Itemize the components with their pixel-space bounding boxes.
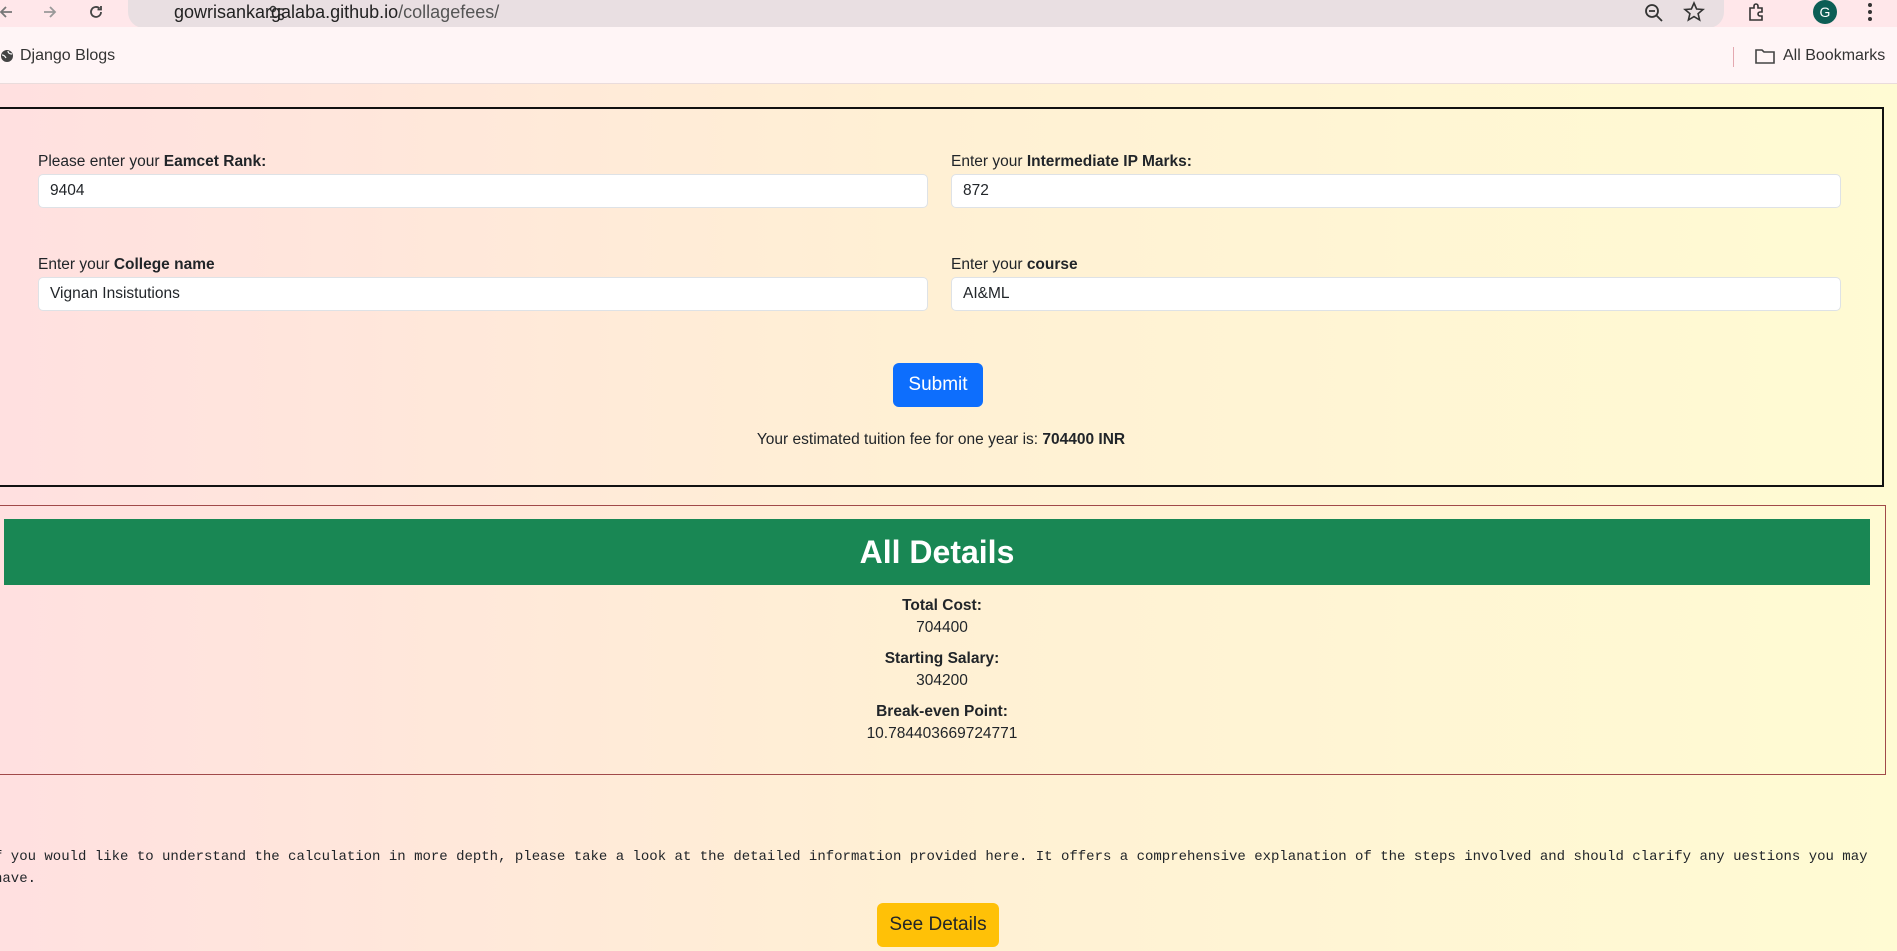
eamcet-label-prefix: Please enter your <box>38 153 164 170</box>
total-cost-value: 704400 <box>916 619 968 636</box>
break-even-label: Break-even Point: <box>876 703 1008 720</box>
course-label-prefix: Enter your <box>951 256 1027 273</box>
forward-icon[interactable] <box>40 0 60 24</box>
bookmark-label: Django Blogs <box>20 47 116 64</box>
starting-salary-value: 304200 <box>916 672 968 689</box>
url-text: gowrisankargalaba.github.io/collagefees/ <box>174 2 499 23</box>
total-cost-label: Total Cost: <box>902 597 982 614</box>
eamcet-label: Please enter your Eamcet Rank: <box>38 153 266 171</box>
ip-marks-input[interactable] <box>951 174 1841 208</box>
all-bookmarks-button[interactable]: All Bookmarks <box>1755 47 1885 65</box>
starting-salary-label: Starting Salary: <box>884 650 1000 667</box>
zoom-icon[interactable] <box>1643 2 1665 29</box>
profile-avatar[interactable]: G <box>1813 0 1837 24</box>
ip-marks-label-bold: Intermediate IP Marks: <box>1026 153 1192 170</box>
estimated-fee-text: Your estimated tuition fee for one year … <box>0 431 1882 449</box>
browser-toolbar: gowrisankargalaba.github.io/collagefees/… <box>0 0 1897 29</box>
college-name-input[interactable] <box>38 277 928 311</box>
more-menu-icon[interactable] <box>1866 2 1874 27</box>
url-host: gowrisankargalaba.github.io <box>174 2 399 22</box>
bookmark-star-icon[interactable] <box>1683 0 1705 28</box>
ip-marks-label-prefix: Enter your <box>951 153 1027 170</box>
globe-icon <box>1 50 13 62</box>
college-label-bold: College name <box>113 256 215 273</box>
break-even-value: 10.784403669724771 <box>866 725 1018 742</box>
ip-marks-label: Enter your Intermediate IP Marks: <box>951 153 1192 171</box>
result-value: 704400 INR <box>1042 431 1126 448</box>
page-content: Please enter your Eamcet Rank: Enter you… <box>0 84 1897 951</box>
url-path: /collagefees/ <box>398 2 500 22</box>
course-label-bold: course <box>1026 256 1078 273</box>
explanation-text: f you would like to understand the calcu… <box>0 849 1868 887</box>
bookmark-django-blogs[interactable]: Django Blogs <box>0 47 115 65</box>
college-label: Enter your College name <box>38 256 215 274</box>
bookmarks-bar: Django Blogs All Bookmarks <box>0 27 1897 84</box>
bookmark-separator <box>1733 47 1734 67</box>
extensions-icon[interactable] <box>1746 1 1768 28</box>
reload-icon[interactable] <box>86 0 106 24</box>
all-bookmarks-label: All Bookmarks <box>1783 47 1886 64</box>
see-details-button[interactable]: See Details <box>877 903 999 947</box>
course-input[interactable] <box>951 277 1841 311</box>
back-icon[interactable] <box>0 0 16 24</box>
eamcet-label-bold: Eamcet Rank: <box>163 153 267 170</box>
folder-icon <box>1755 49 1775 64</box>
address-bar[interactable]: gowrisankargalaba.github.io/collagefees/ <box>128 0 1724 28</box>
course-label: Enter your course <box>951 256 1078 274</box>
college-label-prefix: Enter your <box>38 256 114 273</box>
submit-button[interactable]: Submit <box>893 363 983 407</box>
eamcet-rank-input[interactable] <box>38 174 928 208</box>
details-panel: All Details Total Cost: 704400 Starting … <box>0 505 1886 775</box>
fee-form: Please enter your Eamcet Rank: Enter you… <box>0 107 1884 487</box>
details-heading: All Details <box>4 519 1870 585</box>
result-prefix: Your estimated tuition fee for one year … <box>756 431 1043 448</box>
